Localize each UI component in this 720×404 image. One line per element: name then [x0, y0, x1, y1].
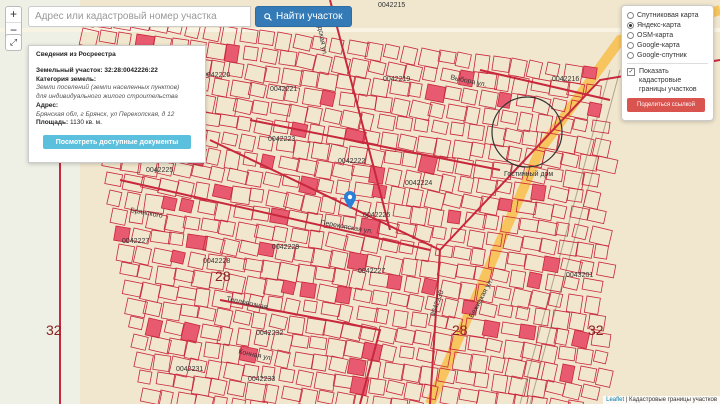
quarter-label: 0042215 [378, 2, 406, 9]
leaflet-link[interactable]: Leaflet [606, 397, 624, 403]
cadnum-value: 32:28:0042226:22 [104, 66, 158, 74]
parcel[interactable] [299, 281, 317, 299]
parcel[interactable] [581, 65, 598, 80]
district-label: 32 [46, 322, 62, 338]
parcel[interactable] [280, 279, 297, 296]
search-button[interactable]: Найти участок [255, 6, 352, 27]
poi-label: Гостинный дом [504, 171, 554, 178]
parcel[interactable] [446, 209, 462, 225]
layer-option-label: Google-карта [637, 41, 680, 49]
location-pin-icon[interactable] [344, 191, 356, 209]
parcel[interactable] [526, 271, 543, 290]
search-icon [264, 12, 272, 21]
cadnum-label: Земельный участок: [36, 66, 103, 74]
info-header: Сведения из Росреестра [36, 51, 116, 58]
district-label: 28 [215, 268, 231, 284]
share-link-button[interactable]: Поделиться ссылкой [627, 98, 705, 113]
address-value: Брянская обл, г Брянск, ул Перекопская, … [36, 110, 175, 118]
parcel[interactable] [298, 175, 319, 196]
layer-option-label: Google-спутник [637, 51, 687, 59]
parcel[interactable] [481, 319, 501, 339]
attribution: Leaflet | Кадастровые границы участков [603, 396, 720, 404]
radio-icon[interactable] [627, 31, 634, 39]
quarter-label: 0042226 [363, 212, 391, 219]
quarter-label: 0042233 [248, 376, 276, 383]
quarter-label: 0042228 [203, 258, 231, 265]
parcel[interactable] [570, 329, 591, 350]
quarter-label: 0043201 [566, 272, 594, 279]
parcel[interactable] [497, 197, 513, 213]
quarter-label: 0042221 [270, 86, 298, 93]
address-label: Адрес: [36, 101, 59, 109]
area-label: Площадь: [36, 119, 69, 127]
parcel-info-panel: Сведения из Росреестра Земельный участок… [28, 45, 206, 163]
category-label: Категория земель: [36, 75, 97, 83]
layer-option[interactable]: Google-спутник [627, 50, 708, 60]
category-value: Земли поселений (земли населенных пункто… [36, 84, 180, 92]
parcel[interactable] [530, 183, 547, 202]
parcel[interactable] [319, 89, 336, 108]
parcel[interactable] [541, 255, 561, 274]
quarter-label: 0042223 [268, 136, 296, 143]
layer-option[interactable]: Яндекс-карта [627, 20, 708, 30]
layer-option[interactable]: Google-карта [627, 40, 708, 50]
parcel[interactable] [518, 323, 537, 341]
show-boundaries-label: Показать кадастровые границы участков [639, 68, 697, 94]
view-documents-button[interactable]: Посмотреть доступные документы [43, 135, 191, 150]
search-input[interactable] [28, 6, 251, 27]
quarter-label: 0042219 [383, 76, 411, 83]
fullscreen-button[interactable]: ⤢ [5, 34, 22, 51]
quarter-label: 0042224 [405, 180, 433, 187]
radio-icon[interactable] [627, 41, 634, 49]
radio-icon[interactable] [627, 11, 634, 19]
quarter-label: 0042227 [358, 268, 386, 275]
district-label: 32 [588, 322, 604, 338]
layer-option-label: OSM-карта [637, 31, 674, 39]
area-value: 1130 кв. м. [69, 119, 102, 127]
layer-option-label: Спутниковая карта [637, 11, 699, 19]
quarter-label: 0042225 [146, 167, 174, 174]
land-use-value: для индивидуального жилого строительства [36, 93, 178, 101]
show-boundaries-toggle[interactable]: ✓ Показать кадастровые границы участков [627, 67, 708, 94]
parcel[interactable] [178, 197, 195, 214]
zoom-in-button[interactable]: + [6, 7, 21, 23]
radio-selected-icon[interactable] [627, 21, 634, 29]
layer-option[interactable]: OSM-карта [627, 30, 708, 40]
quarter-label: 0042216 [552, 76, 580, 83]
parcel[interactable] [424, 83, 447, 104]
parcel[interactable] [346, 357, 367, 377]
parcel[interactable] [496, 91, 513, 109]
layer-option[interactable]: Спутниковая карта [627, 10, 708, 20]
quarter-label: 0042232 [256, 330, 284, 337]
search-bar: Найти участок [28, 6, 352, 27]
parcel[interactable] [386, 273, 403, 291]
quarter-label: 0042227 [122, 238, 150, 245]
quarter-label: 0042220 [203, 72, 231, 79]
quarter-label: 0042229 [272, 244, 300, 251]
search-button-label: Найти участок [276, 11, 343, 22]
district-label: 28 [452, 322, 468, 338]
layer-switcher: Спутниковая карта Яндекс-карта OSM-карта Go… [621, 5, 714, 121]
checkbox-checked-icon[interactable]: ✓ [627, 68, 635, 76]
parcel[interactable] [224, 43, 240, 64]
radio-icon[interactable] [627, 51, 634, 59]
quarter-label: 0042222 [338, 158, 366, 165]
parcel[interactable] [169, 249, 186, 265]
quarter-label: 0042231 [176, 366, 204, 373]
parcel[interactable] [160, 195, 178, 212]
attribution-text: | Кадастровые границы участков [624, 397, 717, 403]
layer-option-label: Яндекс-карта [637, 21, 681, 29]
parcel[interactable] [334, 285, 352, 305]
parcel[interactable] [586, 101, 603, 118]
